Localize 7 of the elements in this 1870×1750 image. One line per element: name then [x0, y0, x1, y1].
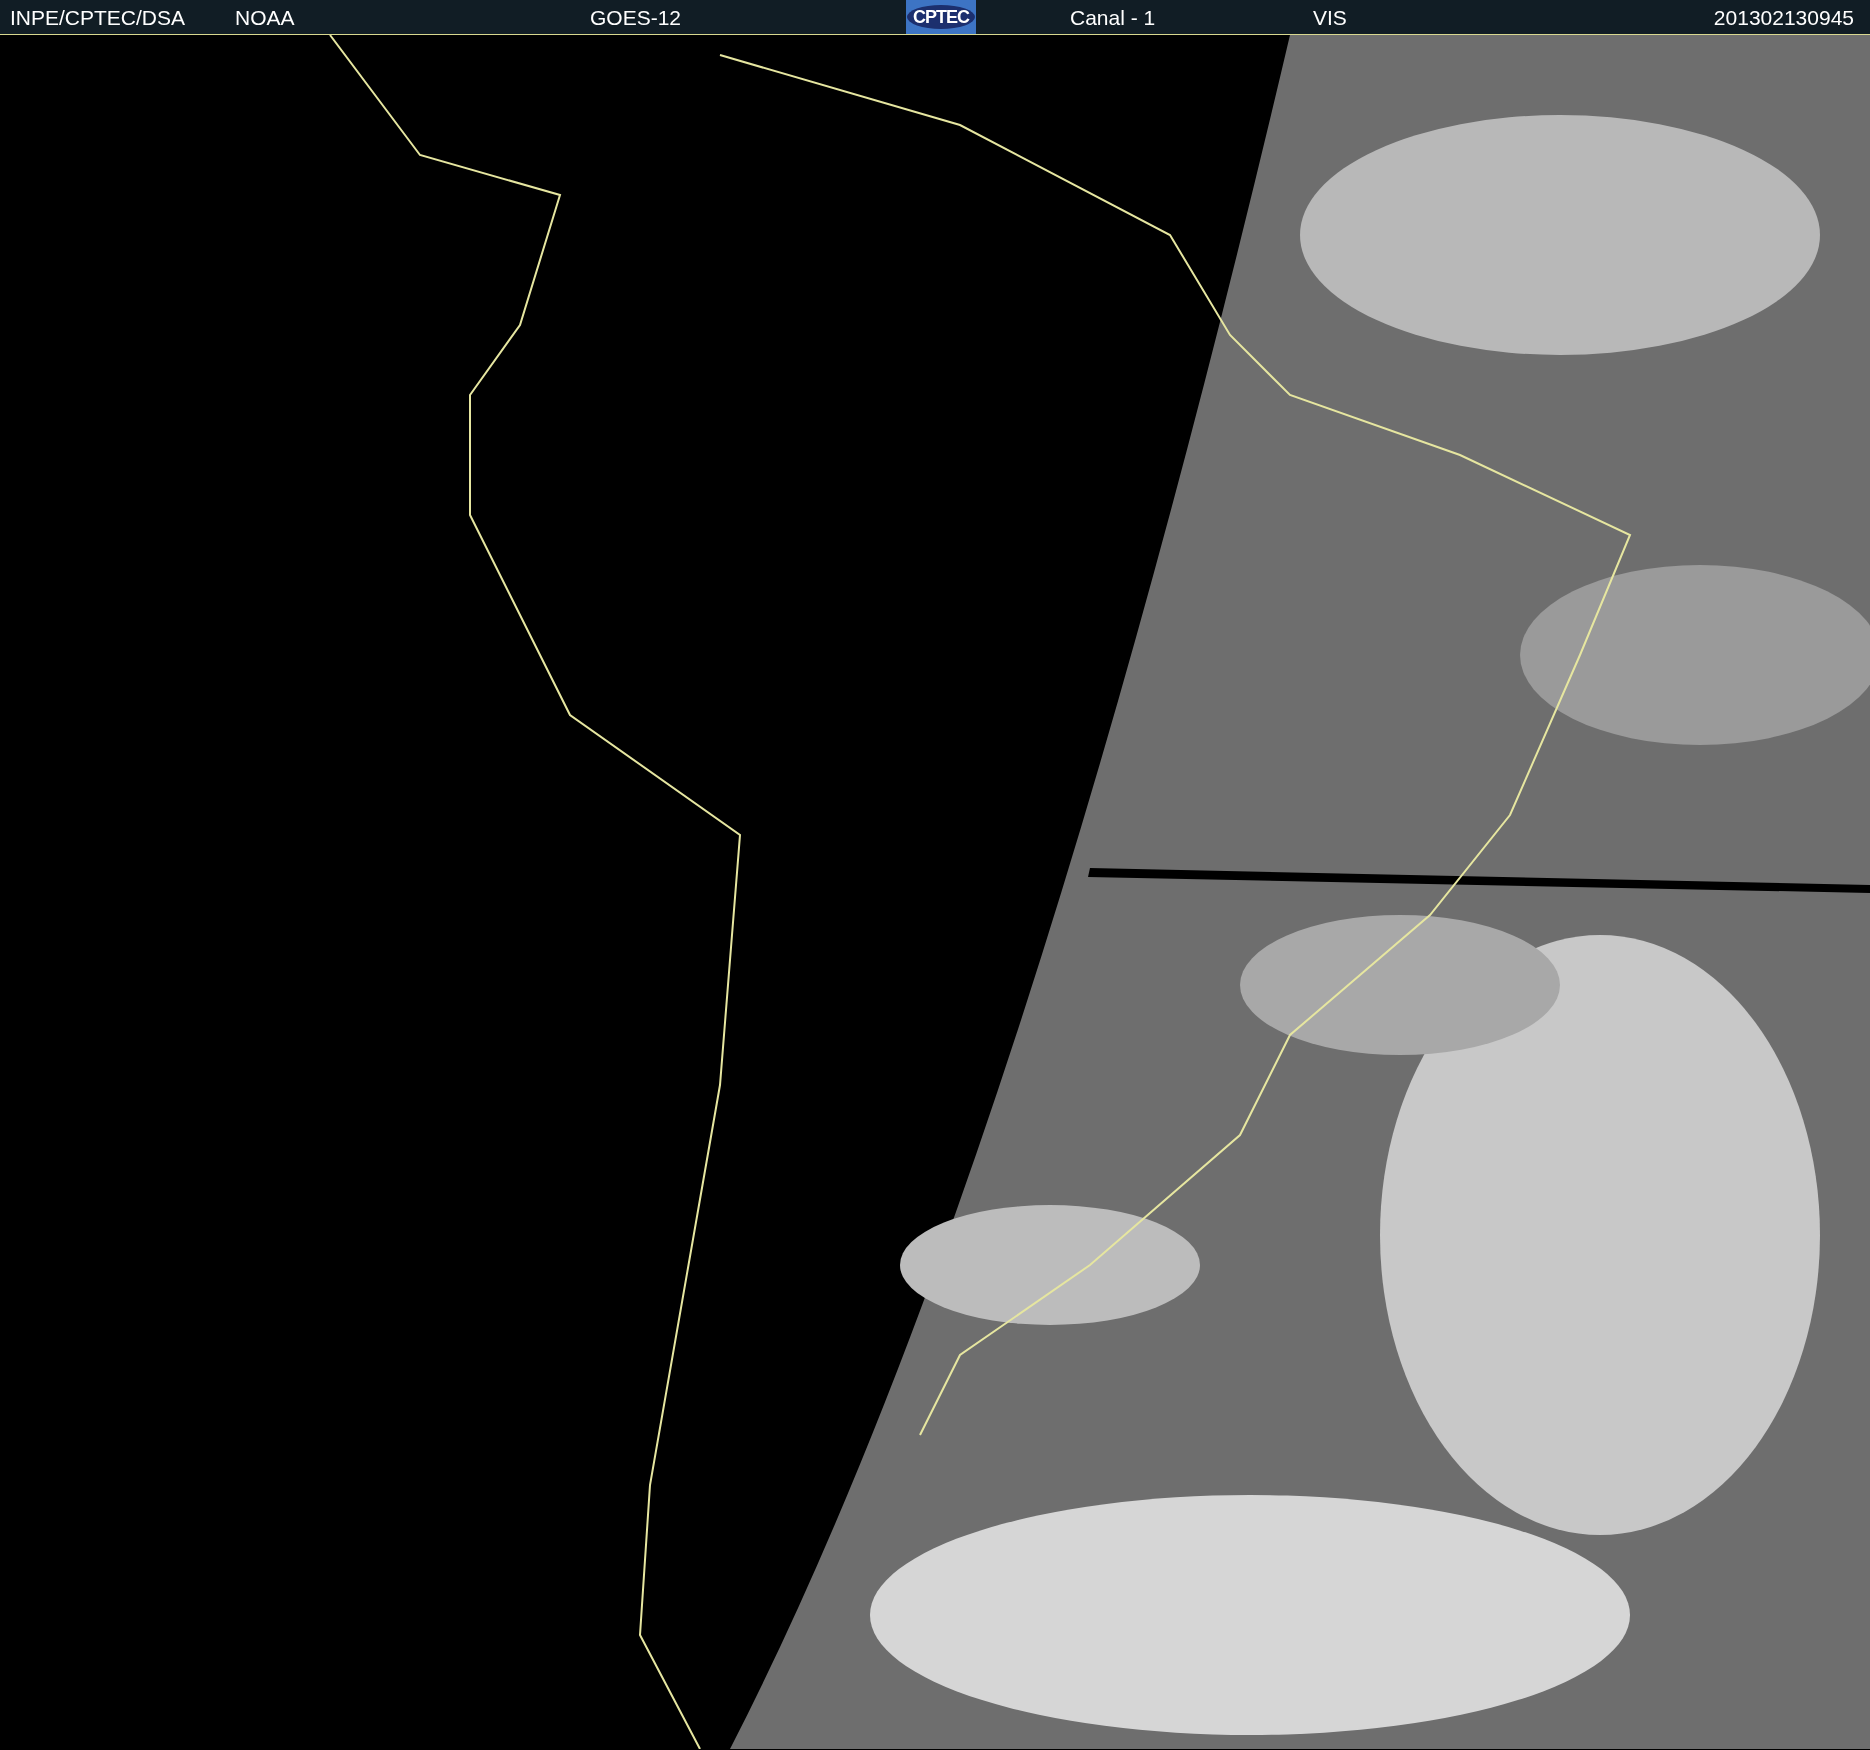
logo: CPTEC: [907, 5, 975, 29]
header-label: 201302130945: [1713, 6, 1855, 28]
header-label: VIS: [1313, 6, 1348, 28]
header-label: Canal - 1: [1070, 6, 1157, 28]
header-label: INPE/CPTEC/DSA: [9, 6, 187, 28]
header-label: NOAA: [235, 6, 296, 28]
header-label: GOES-12: [590, 6, 683, 28]
